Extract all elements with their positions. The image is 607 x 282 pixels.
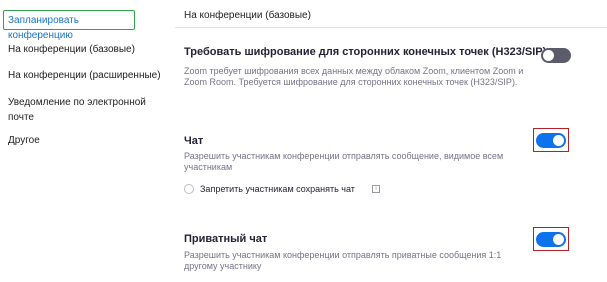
- setting-desc-encryption: Zoom требует шифрования всех данных межд…: [184, 66, 524, 87]
- sidebar-item-in-meeting-basic[interactable]: На конференции (базовые): [8, 42, 135, 57]
- toggle-knob: [553, 135, 564, 146]
- info-icon[interactable]: i: [372, 185, 380, 193]
- sidebar-item-in-meeting-advanced[interactable]: На конференции (расширенные): [8, 68, 161, 83]
- sidebar-item-email-notification[interactable]: Уведомление по электронной почте: [8, 95, 148, 125]
- settings-sidebar: Запланировать конференцию На конференции…: [0, 0, 170, 282]
- chat-toggle[interactable]: [536, 133, 566, 148]
- setting-title-private-chat: Приватный чат: [184, 233, 268, 245]
- toggle-knob: [553, 234, 564, 245]
- prevent-save-chat-label: Запретить участникам сохранять чат: [200, 184, 355, 194]
- setting-title-encryption: Требовать шифрование для сторонних конеч…: [184, 46, 547, 58]
- settings-main: На конференции (базовые) Требовать шифро…: [175, 0, 607, 282]
- section-header: На конференции (базовые): [175, 0, 607, 28]
- setting-desc-private-chat: Разрешить участникам конференции отправл…: [184, 250, 502, 271]
- prevent-save-chat-radio[interactable]: [184, 184, 194, 194]
- sidebar-item-schedule-meeting[interactable]: Запланировать конференцию: [3, 10, 135, 41]
- encryption-toggle[interactable]: [541, 48, 571, 63]
- toggle-knob: [543, 50, 554, 61]
- private-chat-toggle[interactable]: [536, 232, 566, 247]
- setting-title-chat: Чат: [184, 135, 204, 147]
- setting-desc-chat: Разрешить участникам конференции отправл…: [184, 151, 504, 172]
- section-title: На конференции (базовые): [184, 10, 311, 21]
- sidebar-item-other[interactable]: Другое: [8, 133, 40, 148]
